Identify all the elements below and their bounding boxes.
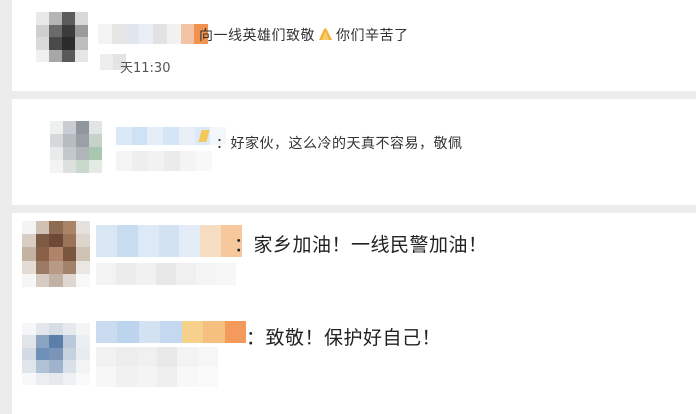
comment-text: ：家乡加油！一线民警加油！: [234, 234, 488, 256]
comment-card-2: ：好家伙，这么冷的天真不容易，敬佩: [12, 99, 696, 205]
clapping-hands-icon: [317, 27, 334, 42]
comment-time: 天11:30: [120, 61, 171, 76]
avatar-pixelated[interactable]: [36, 12, 88, 62]
username-pixelated[interactable]: [96, 225, 242, 257]
comment-text: ：好家伙，这么冷的天真不容易，敬佩: [216, 136, 463, 152]
comment-text: ：致敬！保护好自己！: [246, 327, 442, 349]
pixelated-detail: [116, 151, 212, 171]
comment-card-3: ：家乡加油！一线民警加油！ ：致敬！保护好自己！: [12, 213, 696, 414]
pixelated-detail: [96, 347, 218, 387]
avatar-pixelated[interactable]: [22, 221, 90, 287]
username-pixelated[interactable]: [96, 321, 246, 343]
pixelated-detail: [96, 263, 236, 285]
avatar-pixelated[interactable]: [22, 323, 90, 385]
comment-card-1: 向一线英雄们致敬 你们辛苦了 天11:30: [12, 0, 696, 91]
avatar-pixelated[interactable]: [50, 121, 102, 173]
comment-text: 向一线英雄们致敬 你们辛苦了: [199, 27, 409, 44]
username-pixelated[interactable]: [98, 24, 208, 44]
